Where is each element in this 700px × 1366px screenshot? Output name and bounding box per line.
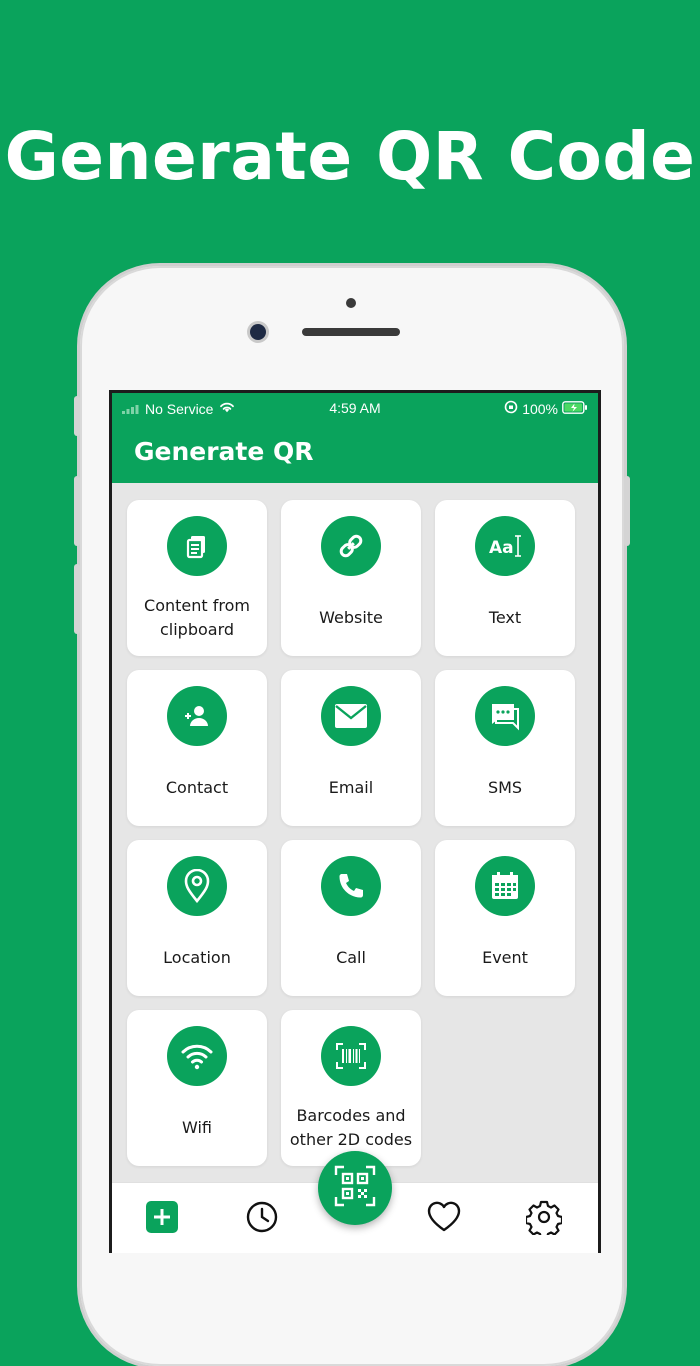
nav-scan-button[interactable] — [318, 1151, 392, 1225]
phone-icon — [321, 856, 381, 916]
headline: Generate QR Code — [4, 118, 696, 195]
option-label: Event — [482, 948, 528, 967]
option-card-event[interactable]: Event — [435, 840, 575, 996]
status-bar: No Service 4:59 AM 100% — [112, 393, 598, 423]
settings-icon — [524, 1199, 564, 1240]
battery-percent: 100% — [522, 400, 558, 417]
option-label: Website — [319, 608, 383, 627]
volume-up-button — [74, 476, 80, 546]
option-label: Barcodes and other 2D codes — [289, 1106, 413, 1149]
option-card-sms[interactable]: SMS — [435, 670, 575, 826]
heart-icon — [426, 1200, 462, 1239]
clipboard-icon — [167, 516, 227, 576]
option-card-barcodes[interactable]: Barcodes and other 2D codes — [281, 1010, 421, 1166]
scan-qr-icon — [334, 1165, 376, 1212]
option-label: Call — [336, 948, 366, 967]
battery-icon — [562, 400, 588, 417]
option-label: SMS — [487, 778, 523, 797]
option-card-location[interactable]: Location — [127, 840, 267, 996]
rotation-lock-icon — [504, 400, 518, 417]
option-label: Wifi — [182, 1118, 212, 1137]
app-screen: No Service 4:59 AM 100% Generate QR Cont… — [109, 390, 601, 1253]
add-icon — [145, 1200, 179, 1239]
earpiece-speaker — [302, 328, 400, 336]
nav-settings[interactable] — [524, 1199, 564, 1240]
option-label: Content from clipboard — [144, 596, 250, 639]
sms-icon — [475, 686, 535, 746]
history-icon — [245, 1200, 279, 1239]
option-card-text[interactable]: Aa Text — [435, 500, 575, 656]
calendar-icon — [475, 856, 535, 916]
volume-down-button — [74, 564, 80, 634]
svg-text:Aa: Aa — [489, 538, 514, 558]
proximity-sensor — [346, 298, 356, 308]
option-label: Email — [328, 778, 374, 797]
front-camera — [250, 324, 266, 340]
page-title: Generate QR — [134, 437, 314, 466]
mute-switch — [74, 396, 80, 436]
option-card-wifi[interactable]: Wifi — [127, 1010, 267, 1166]
nav-generate[interactable] — [144, 1200, 180, 1239]
email-icon — [321, 686, 381, 746]
contact-icon — [167, 686, 227, 746]
text-icon: Aa — [475, 516, 535, 576]
option-label: Contact — [165, 778, 229, 797]
location-icon — [167, 856, 227, 916]
option-label: Text — [488, 608, 522, 627]
option-label: Location — [163, 948, 231, 967]
link-icon — [321, 516, 381, 576]
option-card-email[interactable]: Email — [281, 670, 421, 826]
barcode-icon — [321, 1026, 381, 1086]
option-card-call[interactable]: Call — [281, 840, 421, 996]
option-card-website[interactable]: Website — [281, 500, 421, 656]
power-button — [624, 476, 630, 546]
app-bar: Generate QR — [112, 423, 598, 483]
nav-favorites[interactable] — [426, 1201, 462, 1237]
option-card-contact[interactable]: Contact — [127, 670, 267, 826]
bottom-navigation — [112, 1151, 598, 1253]
option-card-clipboard[interactable]: Content from clipboard — [127, 500, 267, 656]
wifi-icon — [167, 1026, 227, 1086]
nav-history[interactable] — [244, 1201, 280, 1237]
